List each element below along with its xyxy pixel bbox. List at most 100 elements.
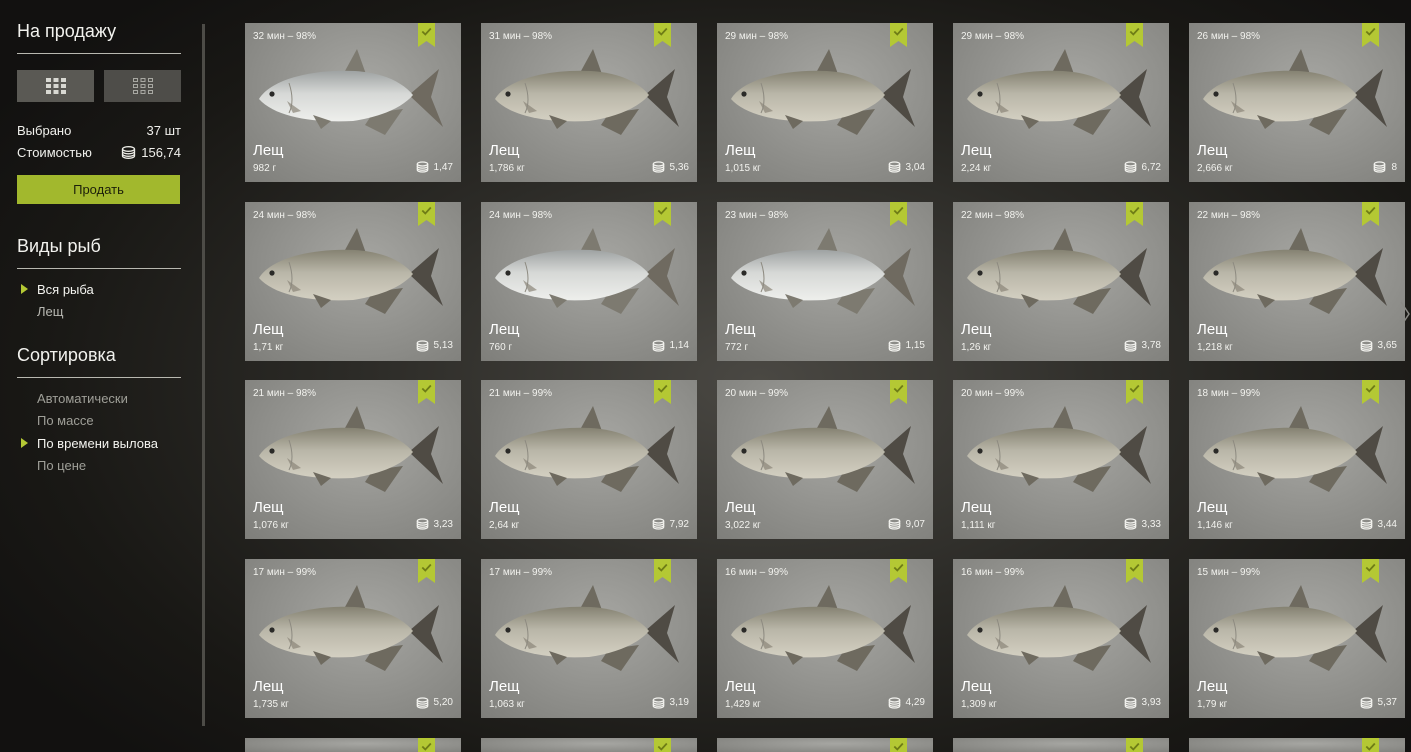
fish-card-partial[interactable] <box>953 738 1169 752</box>
coin-stack-icon <box>1360 696 1372 709</box>
fish-price-text: 6,72 <box>1141 161 1161 173</box>
sort-title: Сортировка <box>17 345 116 365</box>
fish-price-text: 3,44 <box>1377 518 1397 530</box>
fish-price-text: 1,47 <box>433 161 453 173</box>
fish-card[interactable]: 17 мин – 99% Лещ 1,735 кг 5,20 <box>245 558 461 718</box>
bookmark-check-icon[interactable] <box>890 380 907 404</box>
bookmark-check-icon[interactable] <box>1362 380 1379 404</box>
fish-name: Лещ <box>253 142 284 159</box>
coin-stack-icon <box>122 146 136 159</box>
sort-option-mass[interactable]: По массе <box>37 413 94 428</box>
sort-option-catch-time[interactable]: По времени вылова <box>37 436 158 451</box>
bookmark-check-icon[interactable] <box>890 738 907 752</box>
species-item-bream[interactable]: Лещ <box>37 304 63 319</box>
fish-card[interactable]: 24 мин – 98% Лещ 760 г 1,14 <box>481 201 697 361</box>
fish-card[interactable]: 16 мин – 99% Лещ 1,429 кг 4,29 <box>717 558 933 718</box>
fish-price-text: 3,19 <box>669 697 689 708</box>
bookmark-check-icon[interactable] <box>1362 201 1379 226</box>
fish-card[interactable]: 15 мин – 99% Лещ 1,79 кг 5,37 <box>1189 558 1405 718</box>
bookmark-check-icon[interactable] <box>418 380 435 404</box>
fish-name: Лещ <box>961 499 992 516</box>
catch-time: 29 мин – 98% <box>725 31 789 42</box>
coin-stack-icon <box>652 339 664 352</box>
bream-fish-image <box>731 584 915 671</box>
fish-price: 5,20 <box>416 696 453 709</box>
fish-price-text: 1,14 <box>669 340 689 351</box>
coin-stack-icon <box>1374 161 1386 173</box>
fish-weight: 1,735 кг <box>253 698 289 710</box>
bookmark-check-icon[interactable] <box>1362 738 1379 752</box>
fish-card-partial[interactable] <box>245 738 461 752</box>
bookmark-check-icon[interactable] <box>654 738 671 752</box>
sort-divider <box>17 377 181 378</box>
fish-card[interactable]: 21 мин – 99% Лещ 2,64 кг 7,92 <box>481 380 697 539</box>
bookmark-check-icon[interactable] <box>890 558 907 583</box>
bookmark-check-icon[interactable] <box>654 201 671 226</box>
fish-price-text: 9,07 <box>905 518 925 530</box>
fish-name: Лещ <box>725 142 756 159</box>
bookmark-check-icon[interactable] <box>1362 558 1379 583</box>
fish-card-partial[interactable] <box>717 738 933 752</box>
coin-stack-icon <box>416 161 428 173</box>
fish-name: Лещ <box>725 320 756 338</box>
bookmark-check-icon[interactable] <box>1126 738 1143 752</box>
sell-button[interactable]: Продать <box>17 175 180 204</box>
sort-option-price[interactable]: По цене <box>37 458 86 473</box>
fish-card[interactable]: 29 мин – 98% Лещ 1,015 кг 3,04 <box>717 23 933 182</box>
fish-card-partial[interactable] <box>481 738 697 752</box>
fish-name: Лещ <box>961 677 992 695</box>
fish-name: Лещ <box>1197 677 1228 695</box>
bookmark-check-icon[interactable] <box>890 23 907 47</box>
fish-weight: 1,309 кг <box>961 698 997 710</box>
bookmark-check-icon[interactable] <box>1362 23 1379 47</box>
bream-fish-image <box>967 406 1151 492</box>
bream-fish-image <box>495 406 679 492</box>
fish-card[interactable]: 16 мин – 99% Лещ 1,309 кг 3,93 <box>953 558 1169 718</box>
fish-card[interactable]: 26 мин – 98% Лещ 2,666 кг 8 <box>1189 23 1405 182</box>
fish-name: Лещ <box>961 142 992 159</box>
bookmark-check-icon[interactable] <box>1126 558 1143 583</box>
selected-count: 37 шт <box>147 123 181 138</box>
sort-option-auto[interactable]: Автоматически <box>37 391 128 406</box>
bookmark-check-icon[interactable] <box>418 23 435 47</box>
fish-card[interactable]: 24 мин – 98% Лещ 1,71 кг 5,13 <box>245 201 461 361</box>
fish-card[interactable]: 18 мин – 99% Лещ 1,146 кг 3,44 <box>1189 380 1405 539</box>
chevron-right-icon[interactable] <box>1399 300 1411 328</box>
fish-price: 5,37 <box>1360 696 1397 709</box>
fish-card[interactable]: 17 мин – 99% Лещ 1,063 кг 3,19 <box>481 558 697 718</box>
fish-card[interactable]: 22 мин – 98% Лещ 1,218 кг 3,65 <box>1189 201 1405 361</box>
fish-card[interactable]: 23 мин – 98% Лещ 772 г 1,15 <box>717 201 933 361</box>
cost-value: 156,74 <box>121 145 181 160</box>
bookmark-check-icon[interactable] <box>654 23 671 47</box>
bookmark-check-icon[interactable] <box>890 201 907 226</box>
bookmark-check-icon[interactable] <box>418 201 435 226</box>
fish-weight: 2,666 кг <box>1197 163 1233 174</box>
bookmark-check-icon[interactable] <box>418 738 435 752</box>
fish-card[interactable]: 20 мин – 99% Лещ 1,111 кг 3,33 <box>953 380 1169 539</box>
fish-card[interactable]: 20 мин – 99% Лещ 3,022 кг 9,07 <box>717 380 933 539</box>
fish-weight: 1,146 кг <box>1197 520 1233 531</box>
fish-weight: 982 г <box>253 163 277 174</box>
fish-price: 8 <box>1373 161 1397 173</box>
bookmark-check-icon[interactable] <box>654 380 671 404</box>
species-item-all[interactable]: Вся рыба <box>37 282 94 297</box>
fish-card[interactable]: 22 мин – 98% Лещ 1,26 кг 3,78 <box>953 201 1169 361</box>
fish-name: Лещ <box>725 499 756 516</box>
fish-card[interactable]: 32 мин – 98% Лещ 982 г 1,47 <box>245 23 461 182</box>
fish-card[interactable]: 21 мин – 98% Лещ 1,076 кг 3,23 <box>245 380 461 539</box>
fish-name: Лещ <box>253 320 284 338</box>
bookmark-check-icon[interactable] <box>1126 380 1143 404</box>
fish-card-partial[interactable] <box>1189 738 1405 752</box>
bookmark-check-icon[interactable] <box>1126 201 1143 226</box>
grid-small-view-button[interactable] <box>104 70 181 102</box>
bookmark-check-icon[interactable] <box>418 558 435 583</box>
fish-card[interactable]: 29 мин – 98% Лещ 2,24 кг 6,72 <box>953 23 1169 182</box>
grid-large-view-button[interactable] <box>17 70 94 102</box>
bookmark-check-icon[interactable] <box>654 558 671 583</box>
catch-time: 32 мин – 98% <box>253 31 317 42</box>
fish-card[interactable]: 31 мин – 98% Лещ 1,786 кг 5,36 <box>481 23 697 182</box>
coin-stack-icon <box>1124 696 1136 709</box>
bookmark-check-icon[interactable] <box>1126 23 1143 47</box>
coin-stack-icon <box>1124 518 1136 530</box>
fish-weight: 1,26 кг <box>961 341 992 353</box>
